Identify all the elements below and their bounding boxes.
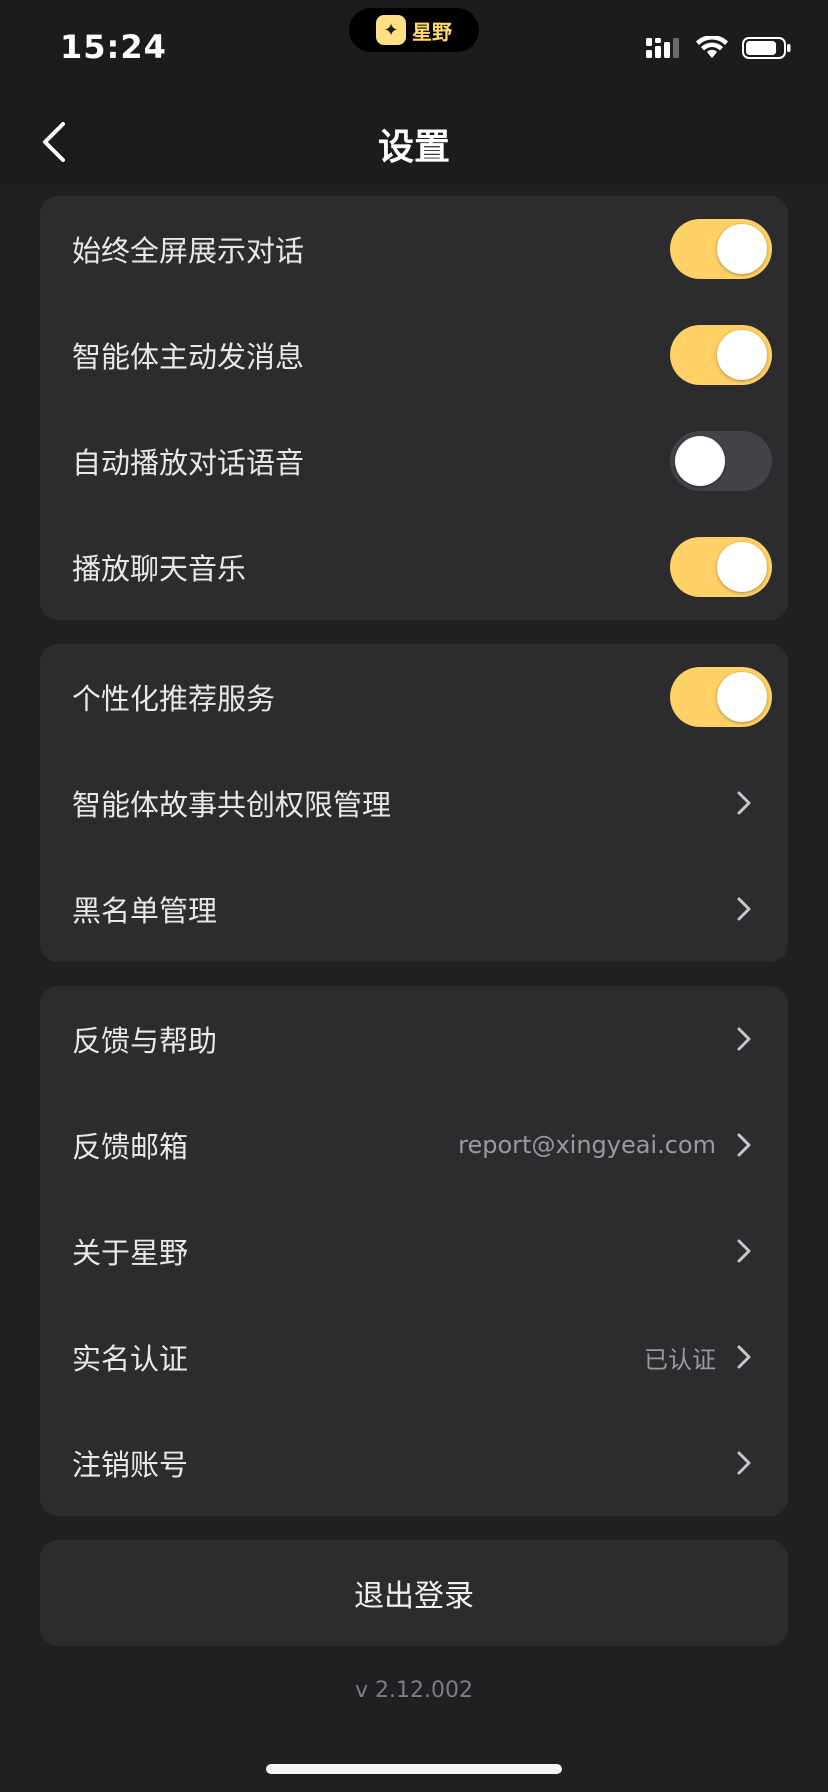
home-indicator[interactable] bbox=[266, 1764, 562, 1774]
toggle-knob bbox=[717, 542, 767, 592]
setting-row-agent-proactive-message: 智能体主动发消息 bbox=[40, 302, 788, 408]
settings-content: 始终全屏展示对话 智能体主动发消息 自动播放对话语音 播放聊天音乐 个性化推荐服… bbox=[0, 184, 828, 1792]
chevron-right-icon bbox=[732, 1133, 756, 1157]
page-title: 设置 bbox=[377, 127, 450, 168]
setting-label: 个性化推荐服务 bbox=[72, 682, 276, 716]
app-version: v 2.12.002 bbox=[355, 1678, 473, 1703]
chat-music-toggle[interactable] bbox=[670, 537, 772, 597]
setting-row-story-cocreation-permission[interactable]: 智能体故事共创权限管理 bbox=[40, 750, 788, 856]
status-icons bbox=[646, 36, 792, 60]
setting-label: 播放聊天音乐 bbox=[72, 552, 247, 586]
agent-proactive-message-toggle[interactable] bbox=[670, 325, 772, 385]
setting-label: 反馈邮箱 bbox=[72, 1130, 189, 1164]
personalized-recommendation-toggle[interactable] bbox=[670, 667, 772, 727]
setting-label: 智能体故事共创权限管理 bbox=[72, 788, 392, 822]
setting-label: 始终全屏展示对话 bbox=[72, 234, 305, 268]
dynamic-island: ✦ 星野 bbox=[349, 8, 479, 52]
setting-label: 反馈与帮助 bbox=[72, 1024, 218, 1058]
battery-icon bbox=[742, 37, 791, 59]
chevron-right-icon bbox=[732, 791, 756, 815]
autoplay-voice-toggle[interactable] bbox=[670, 431, 772, 491]
setting-row-about[interactable]: 关于星野 bbox=[40, 1198, 788, 1304]
cellular-signal-icon bbox=[646, 38, 679, 58]
chevron-right-icon bbox=[732, 1239, 756, 1263]
setting-label: 注销账号 bbox=[72, 1448, 189, 1482]
setting-label: 自动播放对话语音 bbox=[72, 446, 305, 480]
logout-button[interactable]: 退出登录 bbox=[40, 1540, 788, 1646]
chevron-right-icon bbox=[732, 1451, 756, 1475]
toggle-knob bbox=[717, 330, 767, 380]
feedback-email-value: report@xingyeai.com bbox=[458, 1131, 716, 1159]
setting-row-feedback-email[interactable]: 反馈邮箱 report@xingyeai.com bbox=[40, 1092, 788, 1198]
setting-label: 黑名单管理 bbox=[72, 894, 218, 928]
settings-group-chat: 始终全屏展示对话 智能体主动发消息 自动播放对话语音 播放聊天音乐 bbox=[40, 196, 788, 620]
nav-bar: 设置 bbox=[0, 100, 828, 184]
setting-row-real-name-verification[interactable]: 实名认证 已认证 bbox=[40, 1304, 788, 1410]
setting-row-blacklist[interactable]: 黑名单管理 bbox=[40, 856, 788, 962]
toggle-knob bbox=[717, 224, 767, 274]
app-logo-icon: ✦ bbox=[376, 15, 406, 45]
settings-group-privacy: 个性化推荐服务 智能体故事共创权限管理 黑名单管理 bbox=[40, 644, 788, 962]
fullscreen-chat-toggle[interactable] bbox=[670, 219, 772, 279]
setting-row-chat-music: 播放聊天音乐 bbox=[40, 514, 788, 620]
setting-row-autoplay-voice: 自动播放对话语音 bbox=[40, 408, 788, 514]
status-time: 15:24 bbox=[60, 28, 167, 66]
toggle-knob bbox=[675, 436, 725, 486]
chevron-right-icon bbox=[732, 1345, 756, 1369]
toggle-knob bbox=[717, 672, 767, 722]
setting-row-feedback-help[interactable]: 反馈与帮助 bbox=[40, 986, 788, 1092]
settings-group-about: 反馈与帮助 反馈邮箱 report@xingyeai.com 关于星野 实名认证… bbox=[40, 986, 788, 1516]
setting-row-delete-account[interactable]: 注销账号 bbox=[40, 1410, 788, 1516]
setting-row-fullscreen-chat: 始终全屏展示对话 bbox=[40, 196, 788, 302]
status-bar: 15:24 ✦ 星野 bbox=[0, 0, 828, 100]
chevron-right-icon bbox=[732, 1027, 756, 1051]
island-app-name: 星野 bbox=[412, 19, 452, 44]
wifi-icon bbox=[696, 36, 728, 58]
verification-status-value: 已认证 bbox=[644, 1345, 716, 1374]
setting-row-personalized-recommendation: 个性化推荐服务 bbox=[40, 644, 788, 750]
setting-label: 关于星野 bbox=[72, 1236, 189, 1270]
chevron-right-icon bbox=[732, 897, 756, 921]
setting-label: 智能体主动发消息 bbox=[72, 340, 305, 374]
setting-label: 实名认证 bbox=[72, 1342, 189, 1376]
